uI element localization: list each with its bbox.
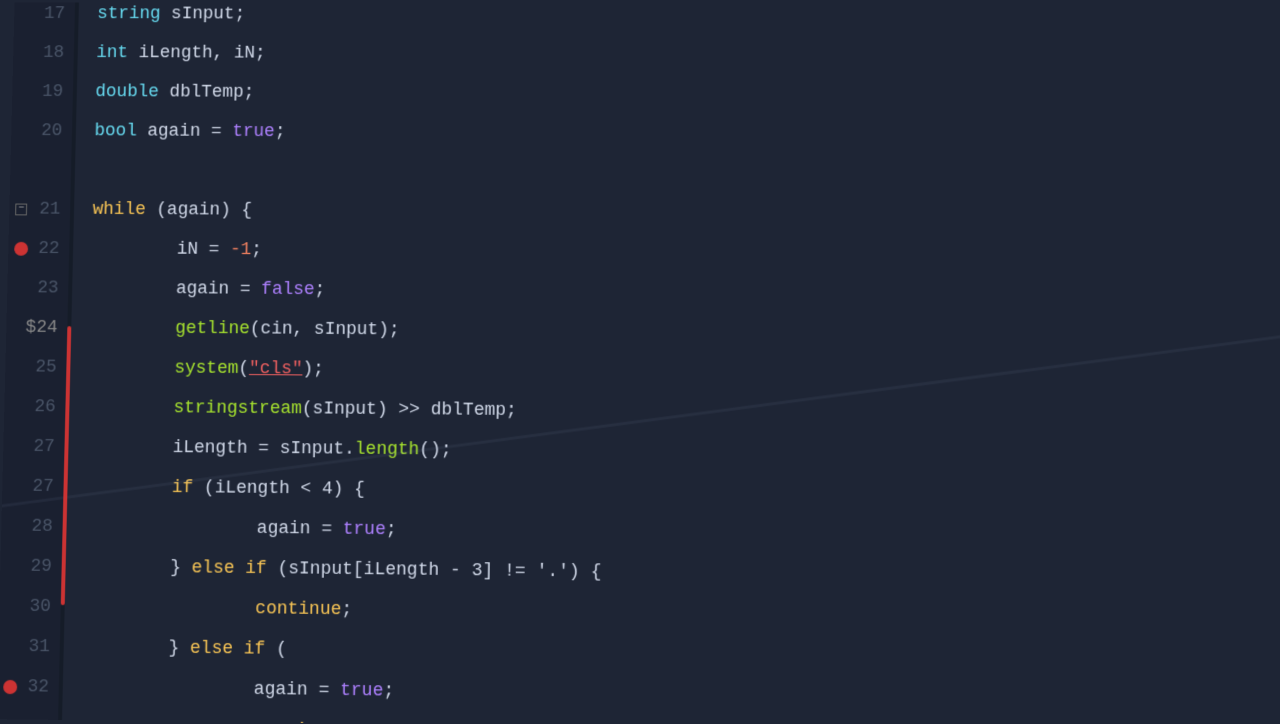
line-number: 27 xyxy=(3,427,68,467)
line-number: 27 xyxy=(2,467,67,507)
line-number: 21 − xyxy=(9,190,74,230)
line-number: 29 xyxy=(0,546,65,587)
code-content: while (again) { xyxy=(73,190,1280,236)
line-number: 33 xyxy=(0,707,61,724)
code-content: bool again = true; xyxy=(74,112,1280,157)
line-number: 28 xyxy=(1,506,66,547)
line-number: 22 xyxy=(8,229,73,269)
line-number: 20 xyxy=(11,111,76,150)
code-content: int iLength, iN; xyxy=(76,34,1280,77)
code-content: double dblTemp; xyxy=(75,73,1280,117)
code-content: string sInput; xyxy=(77,2,1280,37)
fold-marker[interactable]: − xyxy=(15,204,27,216)
line-number: 32 xyxy=(0,667,62,708)
code-content xyxy=(74,151,1280,196)
code-line-17: 17 string sInput; xyxy=(14,2,1280,37)
code-line-blank xyxy=(10,151,1280,197)
line-number: 19 xyxy=(12,72,76,111)
line-number: 30 xyxy=(0,586,64,627)
line-number: 18 xyxy=(13,33,77,72)
code-line-19: 19 double dblTemp; xyxy=(12,72,1280,116)
line-number: 31 xyxy=(0,627,63,668)
code-line-18: 18 int iLength, iN; xyxy=(13,33,1280,76)
line-number: 26 xyxy=(4,387,69,427)
line-number xyxy=(10,151,75,191)
line-number: $24 xyxy=(6,308,71,348)
code-editor: 17 string sInput; 18 int iLength, iN; 19… xyxy=(0,0,1280,724)
code-line-20: 20 bool again = true; xyxy=(11,111,1280,156)
line-number: 25 xyxy=(5,347,70,387)
line-number: 17 xyxy=(14,2,78,33)
line-number: 23 xyxy=(7,268,72,308)
